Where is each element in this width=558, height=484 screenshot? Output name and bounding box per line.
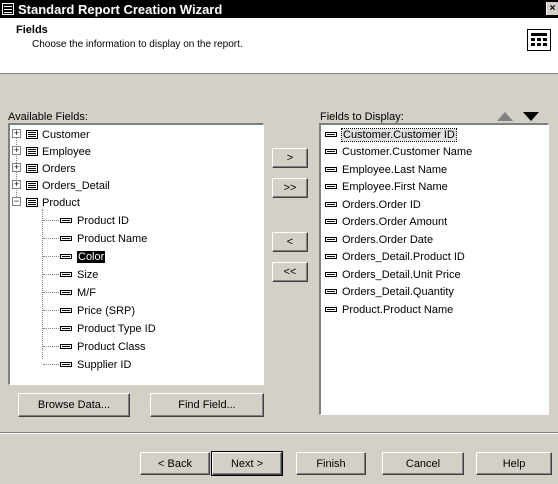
add-field-button[interactable]: >: [272, 148, 308, 168]
table-icon: [26, 164, 38, 173]
display-field-item[interactable]: Employee.First Name: [325, 178, 448, 195]
cancel-button[interactable]: Cancel: [382, 452, 464, 475]
display-field-item[interactable]: Product.Product Name: [325, 301, 453, 318]
tree-node-label: Orders: [42, 162, 76, 175]
page-subtitle: Choose the information to display on the…: [32, 39, 243, 50]
display-field-item[interactable]: Customer.Customer Name: [325, 143, 472, 160]
selected-field-label: Color: [77, 250, 106, 263]
table-grid-icon: [527, 29, 551, 51]
available-fields-label: Available Fields:: [8, 111, 88, 123]
find-field-button[interactable]: Find Field...: [150, 393, 264, 417]
available-fields-tree[interactable]: + Customer + Employee + Orders + Orders_…: [8, 123, 264, 385]
field-icon: [60, 218, 72, 223]
field-icon: [325, 202, 337, 207]
table-icon: [26, 181, 38, 190]
display-field-item[interactable]: Customer.Customer ID: [325, 126, 457, 143]
field-item-price-srp[interactable]: Price (SRP): [10, 302, 250, 319]
footer-separator: [0, 432, 558, 434]
display-field-item[interactable]: Orders_Detail.Product ID: [325, 248, 465, 265]
field-icon: [60, 362, 72, 367]
remove-all-fields-button[interactable]: <<: [272, 262, 308, 282]
field-item-supplier-id[interactable]: Supplier ID: [10, 356, 250, 373]
tree-node-label: Orders_Detail: [42, 179, 110, 192]
field-icon: [325, 184, 337, 189]
field-icon: [60, 236, 72, 241]
expand-icon[interactable]: +: [12, 146, 21, 155]
field-icon: [325, 307, 337, 312]
field-item-color-selected[interactable]: Color: [10, 248, 250, 265]
tree-node-label: Customer: [42, 128, 90, 141]
display-field-item[interactable]: Orders_Detail.Quantity: [325, 283, 454, 300]
table-icon: [26, 147, 38, 156]
fields-to-display-label: Fields to Display:: [320, 111, 404, 123]
field-icon: [325, 237, 337, 242]
expand-icon[interactable]: +: [12, 180, 21, 189]
expand-icon[interactable]: +: [12, 163, 21, 172]
display-field-item[interactable]: Orders.Order ID: [325, 196, 421, 213]
field-icon: [60, 290, 72, 295]
field-icon: [325, 149, 337, 154]
move-up-icon[interactable]: [497, 112, 513, 121]
field-icon: [60, 272, 72, 277]
display-field-item[interactable]: Employee.Last Name: [325, 161, 447, 178]
field-item-product-type-id[interactable]: Product Type ID: [10, 320, 250, 337]
tree-node-label: Employee: [42, 145, 91, 158]
help-button[interactable]: Help: [476, 452, 552, 475]
close-icon[interactable]: ×: [546, 2, 558, 15]
title-bar: Standard Report Creation Wizard ×: [0, 0, 558, 18]
window-title: Standard Report Creation Wizard: [18, 1, 223, 17]
field-icon: [325, 132, 337, 137]
page-title: Fields: [16, 24, 48, 36]
field-icon: [60, 308, 72, 313]
back-button[interactable]: < Back: [140, 452, 210, 475]
expand-icon[interactable]: +: [12, 129, 21, 138]
system-menu-icon[interactable]: [2, 3, 14, 15]
focused-field-label: Customer.Customer ID: [341, 127, 457, 142]
field-icon: [60, 326, 72, 331]
table-icon: [26, 130, 38, 139]
field-item-mf[interactable]: M/F: [10, 284, 250, 301]
wizard-header: Fields Choose the information to display…: [0, 18, 558, 74]
field-item-product-name[interactable]: Product Name: [10, 230, 250, 247]
browse-data-button[interactable]: Browse Data...: [18, 393, 130, 417]
field-icon: [325, 254, 337, 259]
field-icon: [325, 272, 337, 277]
field-icon: [325, 289, 337, 294]
add-all-fields-button[interactable]: >>: [272, 178, 308, 198]
display-field-item[interactable]: Orders.Order Date: [325, 231, 433, 248]
next-button[interactable]: Next >: [211, 451, 283, 476]
collapse-icon[interactable]: −: [12, 197, 21, 206]
field-icon: [60, 344, 72, 349]
field-icon: [60, 254, 72, 259]
field-icon: [325, 219, 337, 224]
fields-to-display-list[interactable]: Customer.Customer ID Customer.Customer N…: [319, 123, 549, 415]
field-item-product-id[interactable]: Product ID: [10, 212, 250, 229]
field-item-size[interactable]: Size: [10, 266, 250, 283]
field-icon: [325, 167, 337, 172]
display-field-item[interactable]: Orders_Detail.Unit Price: [325, 266, 461, 283]
field-item-product-class[interactable]: Product Class: [10, 338, 250, 355]
tree-node-label: Product: [42, 196, 80, 209]
display-field-item[interactable]: Orders.Order Amount: [325, 213, 447, 230]
finish-button[interactable]: Finish: [296, 452, 366, 475]
move-down-icon[interactable]: [523, 112, 539, 121]
remove-field-button[interactable]: <: [272, 232, 308, 252]
table-icon: [26, 198, 38, 207]
